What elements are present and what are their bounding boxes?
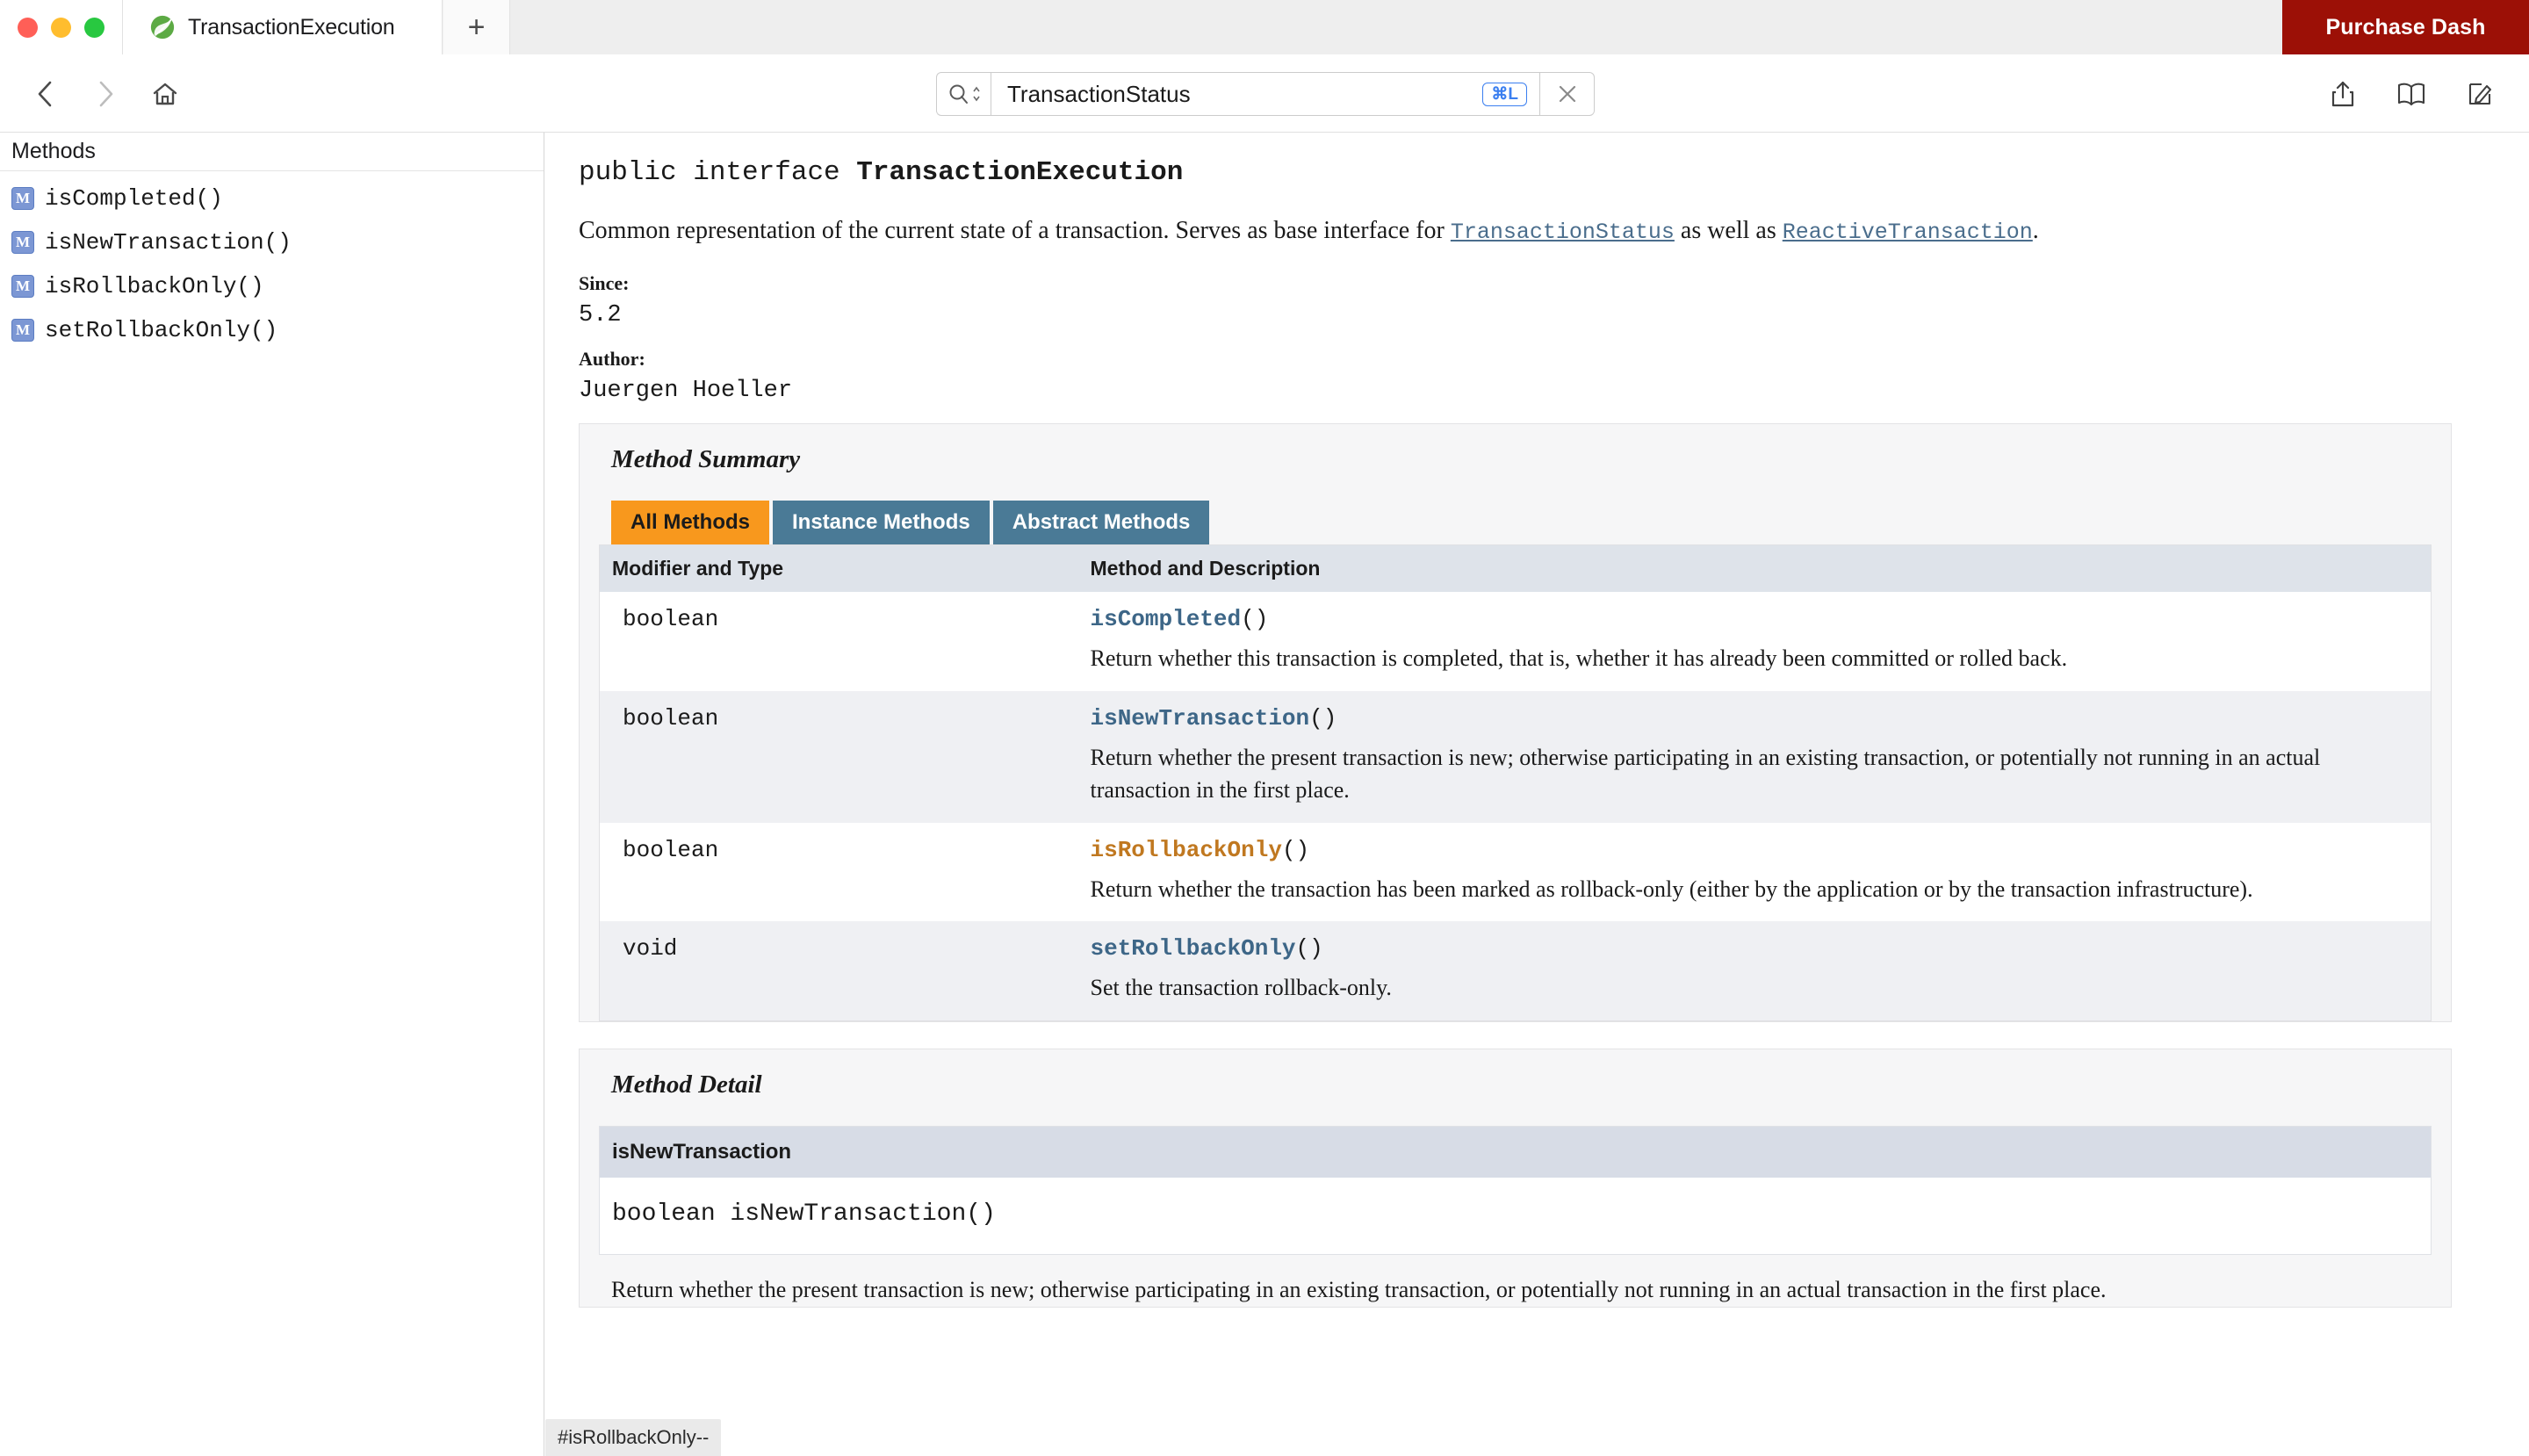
method-link-isnewtransaction[interactable]: isNewTransaction() (1091, 705, 2419, 732)
detail-header-row: isNewTransaction (599, 1126, 2432, 1178)
sidebar-item-setrollbackonly[interactable]: M setRollbackOnly() (0, 308, 544, 352)
method-detail-table: isNewTransaction boolean isNewTransactio… (599, 1126, 2432, 1256)
method-link-iscompleted[interactable]: isCompleted() (1091, 606, 2419, 632)
detail-body-row: boolean isNewTransaction() (599, 1178, 2432, 1255)
method-icon: M (11, 275, 34, 298)
share-icon[interactable] (2318, 69, 2367, 119)
home-icon[interactable] (140, 69, 190, 119)
table-row: void setRollbackOnly() Set the transacti… (599, 921, 2432, 1021)
column-header-modifier-type: Modifier and Type (599, 544, 1078, 592)
edit-icon[interactable] (2455, 69, 2504, 119)
method-link-isrollbackonly[interactable]: isRollbackOnly() (1091, 837, 2419, 863)
sidebar-item-label: isNewTransaction() (45, 229, 292, 256)
method-summary-panel: Method Summary All Methods Instance Meth… (579, 422, 2452, 1023)
interface-signature: public interface TransactionExecution (579, 157, 2452, 188)
search-scope-button[interactable] (936, 72, 991, 116)
browser-tab-transactionexecution[interactable]: TransactionExecution (123, 0, 443, 54)
search-clear-button[interactable] (1540, 72, 1595, 116)
method-description: Return whether the transaction has been … (1090, 876, 2253, 902)
chevron-left-icon[interactable] (21, 69, 70, 119)
author-value: Juergen Hoeller (579, 377, 793, 404)
method-icon: M (11, 231, 34, 254)
title-bar: TransactionExecution + Purchase Dash (0, 0, 2529, 54)
table-header-row: Modifier and Type Method and Description (599, 544, 2432, 592)
cell-modifier-type: boolean (599, 822, 1078, 922)
sidebar-header: Methods (0, 133, 544, 171)
sidebar-item-isrollbackonly[interactable]: M isRollbackOnly() (0, 264, 544, 308)
tab-all-methods[interactable]: All Methods (611, 500, 769, 544)
sidebar-item-label: setRollbackOnly() (45, 317, 278, 343)
signature-name: TransactionExecution (856, 157, 1184, 188)
chevron-right-icon[interactable] (81, 69, 130, 119)
toolbar-actions (2318, 54, 2504, 133)
status-bar (0, 1452, 2529, 1456)
search-shortcut-badge: ⌘L (1482, 82, 1527, 106)
table-row: boolean isRollbackOnly() Return whether … (599, 822, 2432, 922)
method-description: Set the transaction rollback-only. (1090, 975, 1392, 1001)
tab-strip-empty (510, 0, 2282, 54)
cell-modifier-type: void (599, 921, 1078, 1021)
signature-prefix: public interface (579, 157, 857, 188)
cell-method-description: isRollbackOnly() Return whether the tran… (1077, 822, 2432, 922)
cell-modifier-type: boolean (599, 591, 1078, 691)
close-window-button[interactable] (18, 17, 38, 38)
tab-abstract-methods[interactable]: Abstract Methods (992, 500, 1210, 544)
sidebar-item-iscompleted[interactable]: M isCompleted() (0, 177, 544, 220)
link-reactivetransaction[interactable]: ReactiveTransaction (1783, 220, 2033, 245)
description-text-1: Common representation of the current sta… (579, 217, 1451, 244)
since-value: 5.2 (579, 301, 622, 328)
cell-method-description: isNewTransaction() Return whether the pr… (1077, 690, 2432, 823)
chevron-updown-icon (972, 86, 980, 102)
maximize-window-button[interactable] (84, 17, 104, 38)
minimize-window-button[interactable] (51, 17, 71, 38)
search-input[interactable]: TransactionStatus ⌘L (991, 72, 1540, 116)
book-icon[interactable] (2387, 69, 2436, 119)
method-filter-tabs: All Methods Instance Methods Abstract Me… (599, 500, 2432, 544)
detail-signature-cell: boolean isNewTransaction() (599, 1178, 2432, 1255)
column-header-method-description: Method and Description (1077, 544, 2432, 592)
method-description: Return whether this transaction is compl… (1090, 645, 2068, 671)
method-link-setrollbackonly[interactable]: setRollbackOnly() (1091, 935, 2419, 962)
tab-title: TransactionExecution (188, 14, 395, 40)
sidebar-item-label: isCompleted() (45, 185, 223, 212)
documentation-content: public interface TransactionExecution Co… (545, 133, 2529, 1456)
tab-instance-methods[interactable]: Instance Methods (773, 500, 990, 544)
table-row: boolean isCompleted() Return whether thi… (599, 591, 2432, 691)
method-detail-title: Method Detail (611, 1070, 762, 1099)
link-transactionstatus[interactable]: TransactionStatus (1451, 220, 1675, 245)
cell-method-description: setRollbackOnly() Set the transaction ro… (1077, 921, 2432, 1021)
author-label: Author: (579, 347, 645, 370)
search-input-value: TransactionStatus (1007, 80, 1191, 107)
spring-leaf-icon (149, 14, 176, 40)
new-tab-button[interactable]: + (443, 0, 510, 54)
search-bar[interactable]: TransactionStatus ⌘L (936, 72, 1595, 116)
interface-description: Common representation of the current sta… (579, 214, 2452, 248)
method-detail-panel: Method Detail isNewTransaction boolean i… (579, 1049, 2452, 1308)
detail-description: Return whether the present transaction i… (611, 1277, 2107, 1303)
toolbar: TransactionStatus ⌘L (0, 54, 2529, 133)
since-label: Since: (579, 271, 630, 294)
table-row: boolean isNewTransaction() Return whethe… (599, 690, 2432, 823)
sidebar-item-label: isRollbackOnly() (45, 273, 264, 299)
method-description: Return whether the present transaction i… (1090, 744, 2321, 803)
cell-modifier-type: boolean (599, 690, 1078, 823)
description-text-3: . (2032, 217, 2039, 244)
method-summary-table: Modifier and Type Method and Description… (599, 544, 2432, 1022)
purchase-dash-button[interactable]: Purchase Dash (2282, 0, 2529, 54)
sidebar-item-isnewtransaction[interactable]: M isNewTransaction() (0, 220, 544, 264)
cell-method-description: isCompleted() Return whether this transa… (1077, 591, 2432, 691)
method-summary-title: Method Summary (611, 444, 801, 473)
window-controls (0, 0, 123, 54)
method-icon: M (11, 187, 34, 210)
description-text-2: as well as (1674, 217, 1783, 244)
detail-signature: boolean isNewTransaction() (612, 1200, 996, 1229)
sidebar: Methods M isCompleted() M isNewTransacti… (0, 133, 544, 1456)
detail-method-name: isNewTransaction (599, 1126, 2432, 1178)
sidebar-method-list: M isCompleted() M isNewTransaction() M i… (0, 171, 544, 352)
status-bar-link-tooltip: #isRollbackOnly-- (545, 1419, 722, 1456)
navigation-controls (21, 54, 190, 133)
method-icon: M (11, 319, 34, 342)
